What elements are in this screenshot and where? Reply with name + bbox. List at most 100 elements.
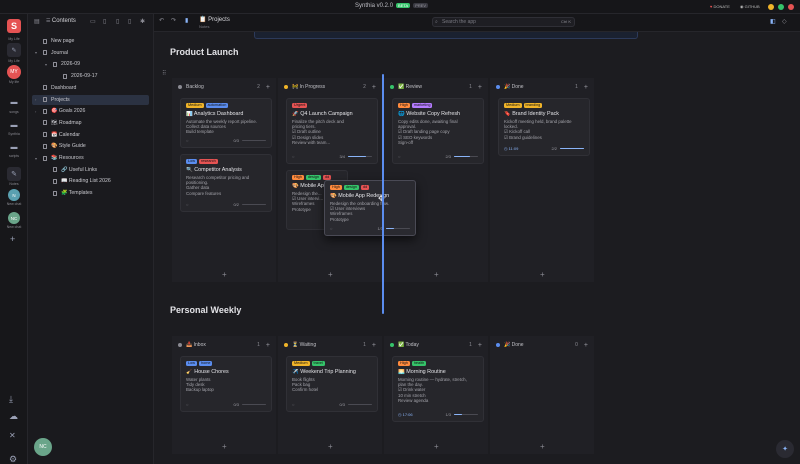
doc-icon[interactable]: ▯ (116, 18, 119, 25)
sidebar-item[interactable]: › Projects (32, 94, 149, 105)
chevron-icon[interactable]: ▾ (35, 50, 43, 55)
chevron-icon[interactable]: ▾ (35, 156, 43, 161)
minimize-button[interactable] (768, 4, 774, 10)
sidebar-item[interactable]: ▾ Journal (32, 48, 149, 58)
add-card-icon[interactable]: + (478, 342, 482, 349)
folder-button[interactable]: ▬ (7, 140, 21, 154)
add-card-icon[interactable]: + (266, 342, 270, 349)
card-footer: ◌ 0/3 (186, 138, 266, 143)
sidebar-item[interactable]: 📅 Calendar (32, 130, 149, 140)
add-card-icon[interactable]: + (434, 270, 439, 279)
card-title: 🔍 Competitor Analysis (186, 167, 242, 173)
card-menu-icon[interactable]: ◌ (292, 154, 294, 159)
sidebar-item[interactable]: ▾ 📚 Resources (32, 153, 149, 163)
sidebar-item[interactable]: 📖 Reading List 2026 (32, 176, 149, 186)
page-icon (43, 155, 47, 161)
add-card-icon[interactable]: + (540, 442, 545, 451)
tag-badge: research (198, 159, 218, 164)
card-footer: ◷ 17:06 1/3 (398, 412, 478, 417)
page-icon (43, 143, 47, 149)
doc-view-icon[interactable]: ▮ (185, 17, 188, 24)
sidebar-item-label: 🗺 Roadmap (51, 119, 82, 126)
tools-icon[interactable]: ✕ (9, 431, 16, 440)
folder-button[interactable]: ▬ (7, 95, 21, 109)
more-icon[interactable]: ◇ (782, 18, 787, 25)
task-card[interactable]: Medium automation 📊 Analytics Dashboard Aut… (180, 98, 272, 148)
dragging-card[interactable]: High design dd 🎨 Mobile App Redesign Redesig… (324, 180, 416, 236)
sidebar-item[interactable]: 2026-09-17 (32, 71, 149, 81)
add-card-icon[interactable]: + (584, 84, 588, 91)
share-icon[interactable]: ◧ (770, 18, 776, 25)
avatar[interactable]: MY (7, 65, 21, 79)
add-card-icon[interactable]: + (540, 270, 545, 279)
card-menu-icon[interactable]: ◌ (186, 138, 188, 143)
search-input[interactable]: ⌕ Search the app Ctrl K (432, 17, 575, 27)
network-icon[interactable]: ✱ (140, 18, 145, 25)
app-logo-icon[interactable]: S (7, 19, 21, 33)
add-card-icon[interactable]: + (372, 84, 376, 91)
task-card[interactable]: Urgent 🚀 Q4 Launch Campaign Finalize the p… (286, 98, 378, 164)
add-card-icon[interactable]: + (328, 270, 333, 279)
sidebar-item[interactable]: 🔗 Useful Links (32, 165, 149, 175)
maximize-button[interactable] (778, 4, 784, 10)
drag-handle-icon[interactable]: ⠿ (162, 70, 166, 77)
sidebar-toggle-icon[interactable]: ▤ (34, 18, 40, 25)
card-menu-icon[interactable]: ◌ (292, 402, 294, 407)
add-card-icon[interactable]: + (584, 342, 588, 349)
card-menu-icon[interactable]: ◌ (186, 202, 188, 207)
add-card-icon[interactable]: + (372, 342, 376, 349)
sidebar-item[interactable]: 🎨 Style Guide (32, 141, 149, 151)
add-card-icon[interactable]: + (478, 84, 482, 91)
settings-gear-icon[interactable]: ⚙ (9, 454, 17, 464)
user-avatar[interactable]: NC (34, 438, 52, 456)
workspace-button[interactable]: ✎ (7, 43, 21, 57)
sidebar-item[interactable]: New page (32, 36, 149, 46)
rail-label: songs (9, 110, 19, 114)
redo-icon[interactable]: ↷ (171, 17, 176, 24)
new-page-icon[interactable]: ▯ (103, 18, 106, 25)
sidebar-item[interactable]: ▾ 2026-09 (32, 59, 149, 69)
download-icon[interactable]: ⤓ (9, 394, 13, 405)
task-card[interactable]: Low research 🔍 Competitor Analysis Research… (180, 154, 272, 212)
card-menu-icon[interactable]: ◌ (330, 226, 332, 231)
task-card[interactable]: Medium branding 🔖 Brand Identity Pack Kicko… (498, 98, 590, 156)
add-card-icon[interactable]: + (222, 270, 227, 279)
sidebar-item[interactable]: 🧩 Templates (32, 188, 149, 198)
avatar[interactable]: NC (8, 212, 20, 224)
card-menu-icon[interactable]: ◌ (398, 154, 400, 159)
sidebar-item[interactable]: › 🎯 Goals 2026 (32, 106, 149, 116)
sidebar-item[interactable]: 🗺 Roadmap (32, 118, 149, 128)
chevron-icon[interactable]: ▾ (45, 62, 53, 67)
add-card-icon[interactable]: + (266, 84, 270, 91)
column-title: 🚧 In Progress (292, 84, 326, 90)
copy-icon[interactable]: ▯ (128, 18, 131, 25)
page-icon (43, 38, 47, 44)
new-folder-icon[interactable]: ▭ (90, 18, 96, 25)
task-card[interactable]: Low home 🧹 House Chores Water plants Tidy d… (180, 356, 272, 412)
avatar[interactable]: N (8, 189, 20, 201)
tag-badge: dd (361, 185, 370, 190)
task-card[interactable]: High marketing 🌐 Website Copy Refresh Copy … (392, 98, 484, 164)
page-icon (43, 50, 47, 56)
close-button[interactable] (788, 4, 794, 10)
assistant-fab-icon[interactable]: ✦ (776, 440, 794, 458)
add-workspace-icon[interactable]: + (10, 234, 15, 244)
chevron-icon[interactable]: › (35, 109, 43, 114)
add-card-icon[interactable]: + (434, 442, 439, 451)
card-menu-icon[interactable]: ◌ (186, 402, 188, 407)
github-button[interactable]: ◉ GITHUB (740, 4, 760, 9)
cloud-icon[interactable]: ☁ (9, 411, 18, 422)
donate-button[interactable]: ♥ DONATE (710, 4, 730, 9)
add-card-icon[interactable]: + (222, 442, 227, 451)
task-card[interactable]: High health 🌅 Morning Routine Morning routi… (392, 356, 484, 422)
notes-button[interactable]: ✎ (7, 167, 21, 181)
card-title: 🔖 Brand Identity Pack (504, 111, 559, 117)
sidebar-item[interactable]: Dashboard (32, 83, 149, 93)
chevron-icon[interactable]: › (35, 97, 43, 102)
task-card[interactable]: Medium travel ✈️ Weekend Trip Planning Book… (286, 356, 378, 412)
card-body: Copy edits done, awaiting final approval… (398, 119, 458, 145)
folder-button[interactable]: ▬ (7, 118, 21, 132)
undo-icon[interactable]: ↶ (159, 17, 164, 24)
progress-bar (386, 227, 410, 230)
add-card-icon[interactable]: + (328, 442, 333, 451)
